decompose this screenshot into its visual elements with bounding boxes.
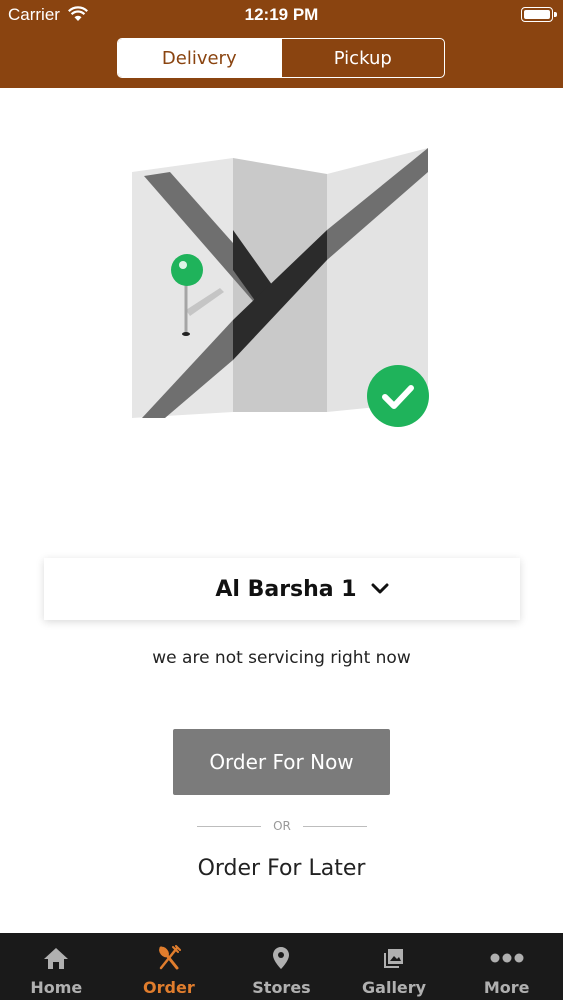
tab-more[interactable]: More [450,933,563,1000]
or-divider: OR [197,816,368,836]
checkmark-icon [366,364,430,432]
tab-order[interactable]: Order [113,933,226,1000]
tab-stores-label: Stores [252,978,311,997]
order-now-button[interactable]: Order For Now [173,729,390,795]
location-name: Al Barsha 1 [215,576,357,602]
bottom-tab-bar: Home Order Stores Gallery More [0,933,563,1000]
clock: 12:19 PM [244,5,319,24]
divider-line-right [302,825,368,827]
tab-home[interactable]: Home [0,933,113,1000]
tab-more-label: More [483,978,530,997]
divider-line-left [197,825,262,827]
location-pin-icon [272,946,290,970]
more-dots-icon [490,946,524,970]
gallery-icon [383,946,405,970]
delivery-pickup-toggle: Delivery Pickup [117,38,445,78]
tab-delivery[interactable]: Delivery [118,39,281,77]
order-later-link[interactable]: Order For Later [0,856,563,881]
location-selector[interactable]: Al Barsha 1 [44,558,520,620]
app-header: Carrier 12:19 PM Delivery Pickup [0,0,563,88]
home-icon [43,946,69,970]
fork-knife-icon [156,945,182,970]
map-illustration [120,140,440,440]
tab-gallery-label: Gallery [362,978,427,997]
tab-stores[interactable]: Stores [225,933,338,1000]
tab-gallery[interactable]: Gallery [338,933,451,1000]
tab-pickup[interactable]: Pickup [280,39,445,77]
battery-icon [521,7,557,22]
chevron-down-icon [371,580,389,599]
or-label: OR [273,819,291,833]
service-status-message: we are not servicing right now [152,648,411,668]
tab-home-label: Home [30,978,83,997]
tab-order-label: Order [143,978,195,997]
status-bar: Carrier 12:19 PM [0,0,563,30]
